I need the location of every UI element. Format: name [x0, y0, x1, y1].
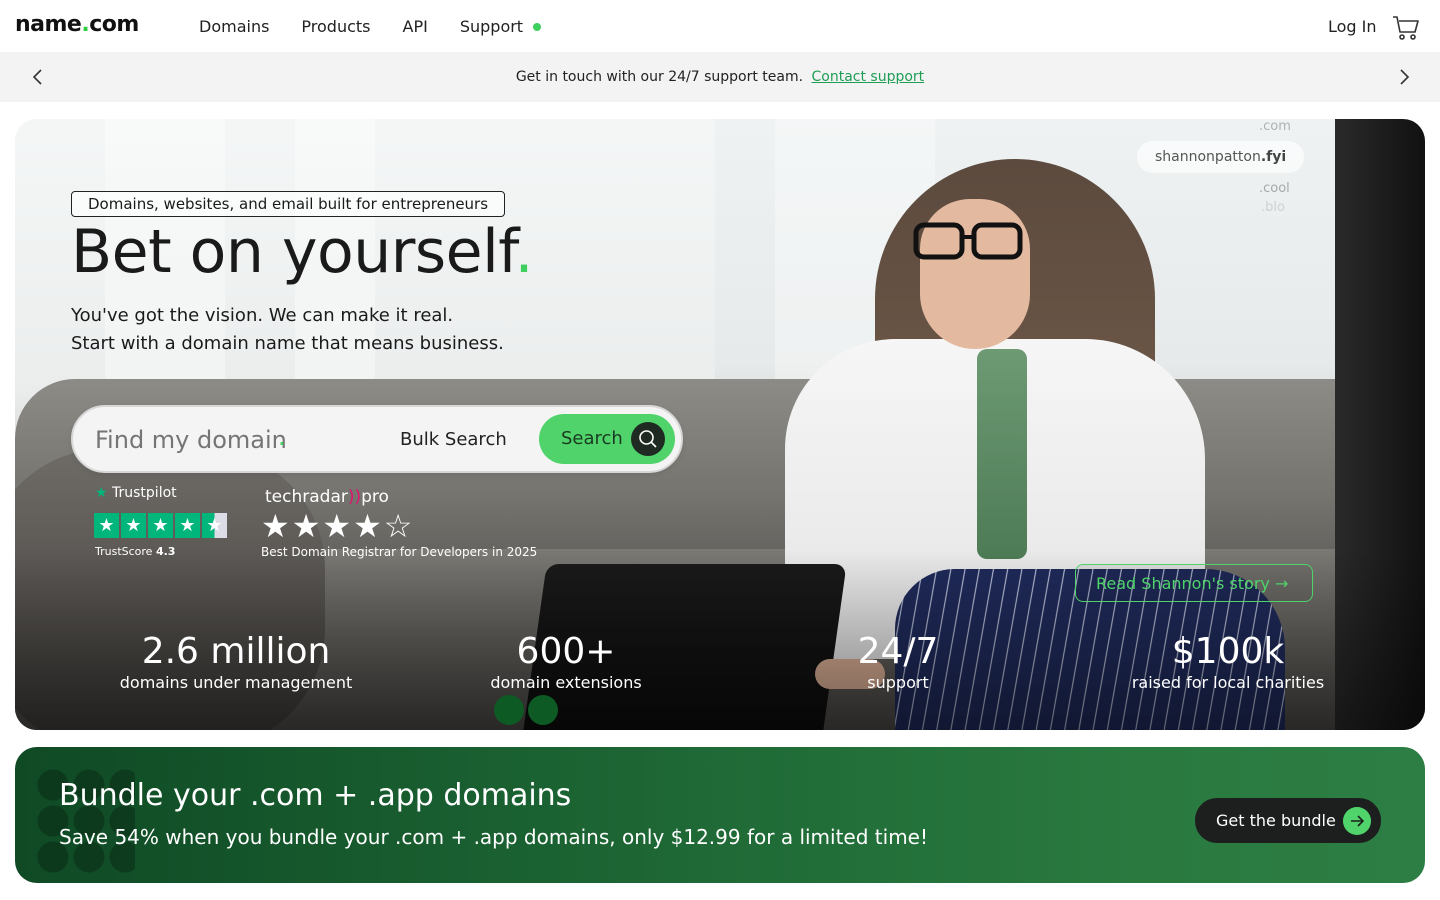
stat-extensions: 600+ domain extensions [456, 631, 676, 693]
nav-api[interactable]: API [403, 17, 428, 36]
hero-subline: You've got the vision. We can make it re… [71, 302, 504, 358]
nav-domains[interactable]: Domains [199, 17, 269, 36]
nav-support-label: Support [459, 17, 524, 36]
trustpilot-score: TrustScore 4.3 [95, 545, 175, 558]
chevron-right-icon[interactable] [1395, 68, 1413, 86]
stat-value: 2.6 million [141, 631, 331, 672]
search-button-label: Search [561, 428, 623, 449]
trustpilot-logo[interactable]: ★ Trustpilot [95, 485, 177, 501]
promo-subtitle: Save 54% when you bundle your .com + .ap… [59, 825, 928, 849]
trustpilot-star-icon: ★ [94, 513, 119, 538]
hero-tagline: Domains, websites, and email built for e… [71, 191, 506, 217]
decorative-dot [494, 695, 524, 725]
stat-value: $100k [1171, 631, 1285, 672]
site-logo[interactable]: name.com [15, 12, 139, 37]
nav-products[interactable]: Products [301, 17, 370, 36]
logo-tld: com [89, 12, 139, 37]
hero-headline-dot: . [514, 217, 534, 287]
signal-icon: )) [347, 487, 362, 507]
stat-support: 24/7 support [808, 631, 988, 693]
hero-headline: Bet on yourself. [71, 217, 534, 287]
techradar-caption: Best Domain Registrar for Developers in … [261, 545, 538, 559]
support-status-indicator [533, 22, 542, 31]
trustpilot-star-icon: ★ [148, 513, 173, 538]
hero-subline-2: Start with a domain name that means busi… [71, 333, 504, 354]
bundle-promo-banner: Bundle your .com + .app domains Save 54%… [15, 747, 1425, 883]
bulk-search-button[interactable]: Bulk Search [400, 429, 507, 450]
decorative-dot [528, 695, 558, 725]
top-navigation: name.com Domains Products API Support Lo… [0, 0, 1440, 52]
search-icon [631, 422, 665, 456]
trustscore-value: 4.3 [155, 545, 176, 558]
trustpilot-star-icon: ★ [175, 513, 200, 538]
stat-label: domain extensions [490, 673, 642, 692]
stat-value: 600+ [516, 631, 616, 672]
arrow-right-icon [1343, 807, 1371, 835]
get-bundle-label: Get the bundle [1216, 811, 1336, 830]
stat-label: domains under management [119, 673, 353, 692]
floating-tld-cool: .cool [1259, 181, 1290, 196]
login-link[interactable]: Log In [1328, 17, 1377, 36]
trustpilot-half-star-icon: ★ [202, 513, 227, 538]
trustpilot-star-icon: ★ [95, 485, 108, 501]
search-placeholder-dot: . [278, 423, 286, 451]
techradar-brand: techradar [265, 487, 348, 507]
logo-main: name [15, 12, 82, 37]
announcement-text: Get in touch with our 24/7 support team. [515, 69, 804, 85]
stat-label: support [867, 673, 929, 692]
trustscore-label: TrustScore [95, 545, 153, 558]
techradar-stars: ★★★★☆ [261, 507, 415, 545]
cart-icon[interactable] [1392, 15, 1420, 41]
floating-domain-name: shannonpatton [1155, 149, 1261, 165]
floating-tld-blo: .blo [1261, 200, 1285, 215]
trustpilot-star-icon: ★ [121, 513, 146, 538]
techradar-suffix: pro [361, 487, 389, 507]
floating-tld-com: .com [1259, 119, 1291, 134]
contact-support-link[interactable]: Contact support [812, 69, 925, 85]
hero-headline-text: Bet on yourself [71, 217, 515, 287]
hero-section: .com shannonpatton.fyi .cool .blo Domain… [15, 119, 1425, 730]
decorative-dots [494, 695, 558, 725]
woman-tie-image [977, 349, 1027, 559]
trustpilot-stars: ★ ★ ★ ★ ★ [94, 513, 227, 538]
main-menu: Domains Products API Support [199, 17, 573, 36]
domain-search-input[interactable] [95, 425, 365, 455]
domain-search-bar: . Bulk Search Search [71, 405, 683, 473]
read-story-button[interactable]: Read Shannon's story → [1075, 564, 1313, 602]
trustpilot-brand: Trustpilot [112, 485, 177, 501]
glasses-image [913, 222, 1023, 260]
stat-label: raised for local charities [1131, 673, 1325, 692]
stat-charities: $100k raised for local charities [1125, 631, 1331, 693]
search-button[interactable]: Search [539, 414, 675, 464]
floating-domain-pill: shannonpatton.fyi [1137, 141, 1305, 173]
nav-support[interactable]: Support [459, 17, 542, 36]
stat-value: 24/7 [857, 631, 939, 672]
get-bundle-button[interactable]: Get the bundle [1195, 798, 1381, 843]
announcement-message: Get in touch with our 24/7 support team.… [0, 69, 1440, 85]
floating-domain-tld: .fyi [1260, 149, 1287, 165]
promo-title: Bundle your .com + .app domains [59, 778, 572, 813]
stat-domains: 2.6 million domains under management [110, 631, 362, 693]
hero-subline-1: You've got the vision. We can make it re… [71, 305, 454, 326]
announcement-bar: Get in touch with our 24/7 support team.… [0, 52, 1440, 102]
techradar-logo[interactable]: techradar))pro [265, 487, 389, 507]
